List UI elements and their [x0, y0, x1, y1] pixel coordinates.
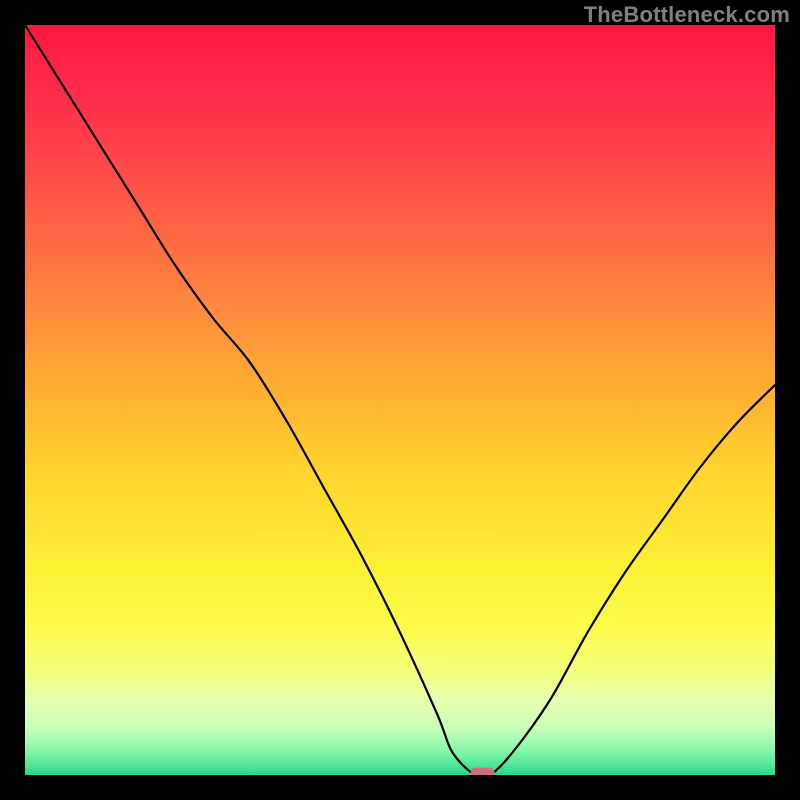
- chart-container: TheBottleneck.com: [0, 0, 800, 800]
- optimal-marker: [471, 768, 495, 776]
- gradient-background: [25, 25, 775, 775]
- plot-area: [25, 25, 775, 775]
- chart-svg: [25, 25, 775, 775]
